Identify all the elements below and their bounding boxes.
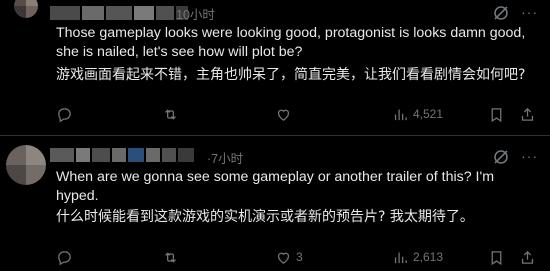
views-button[interactable]: 4,521 (392, 104, 443, 124)
reply-button[interactable] (56, 104, 77, 124)
repost-icon (165, 251, 176, 263)
avatar[interactable] (6, 145, 46, 185)
reply-feed: 10小时 ··· Those gameplay looks were looki… (0, 0, 550, 271)
like-icon (277, 252, 290, 264)
share-icon (521, 250, 534, 264)
post-translation: 游戏画面看起来不错，主角也帅呆了，简直完美，让我们看看剧情会如何吧? (56, 67, 526, 83)
post-translation: 什么时候能看到这款游戏的实机演示或者新的预告片? 我太期待了。 (56, 209, 474, 225)
repost-icon (165, 108, 176, 120)
share-button[interactable] (519, 247, 536, 267)
views-count: 4,521 (413, 107, 444, 121)
share-icon (521, 107, 534, 121)
repost-button[interactable] (162, 104, 183, 124)
comment-icon (58, 107, 71, 122)
post-time[interactable]: 10小时 (176, 4, 215, 23)
reply-post[interactable]: ·7小时 ··· When are we gonna see some game… (0, 135, 550, 271)
bookmark-icon (491, 107, 502, 122)
share-button[interactable] (519, 104, 536, 124)
avatar[interactable] (14, 0, 38, 18)
action-bar: 3 2,613 (56, 247, 550, 267)
views-count: 2,613 (413, 250, 444, 264)
more-icon[interactable]: ··· (521, 4, 538, 20)
comment-icon (58, 250, 71, 265)
reply-button[interactable] (56, 247, 77, 267)
more-icon[interactable]: ··· (521, 148, 538, 164)
views-icon (394, 109, 407, 120)
bookmark-button[interactable] (488, 104, 505, 124)
like-count: 3 (296, 250, 303, 264)
blurred-username (50, 148, 196, 164)
bookmark-button[interactable] (488, 247, 505, 267)
views-button[interactable]: 2,613 (392, 247, 443, 267)
reply-post[interactable]: 10小时 ··· Those gameplay looks were looki… (0, 0, 550, 135)
like-icon (277, 109, 290, 121)
grok-icon[interactable] (492, 4, 510, 22)
repost-button[interactable] (162, 247, 183, 267)
grok-icon[interactable] (492, 148, 510, 166)
post-time[interactable]: ·7小时 (207, 148, 243, 167)
views-icon (394, 252, 407, 263)
post-text: Those gameplay looks were looking good, … (56, 25, 526, 60)
like-button[interactable] (275, 104, 296, 124)
blurred-username (50, 6, 190, 22)
bookmark-icon (491, 250, 502, 265)
like-button[interactable]: 3 (275, 247, 303, 267)
action-bar: 4,521 (56, 104, 550, 124)
post-text: When are we gonna see some gameplay or a… (56, 169, 495, 204)
